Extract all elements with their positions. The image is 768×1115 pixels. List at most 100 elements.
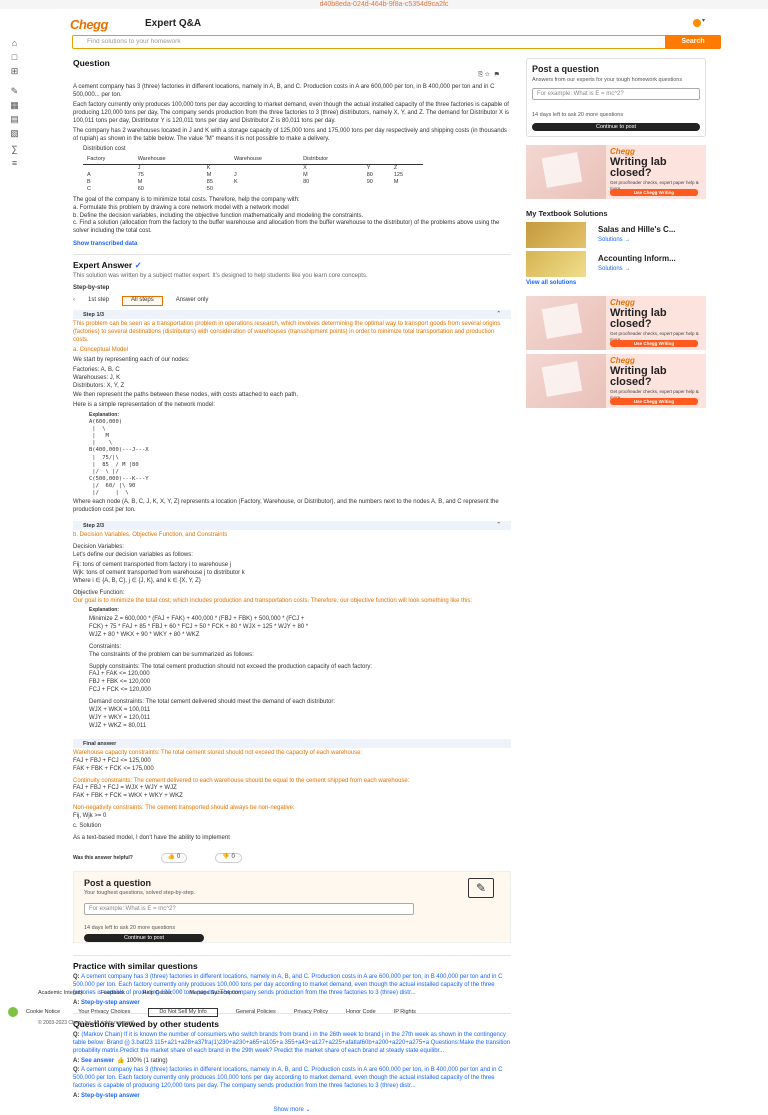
flag-icon[interactable]: ⚑: [495, 72, 499, 78]
avatar[interactable]: [693, 19, 701, 27]
question-actions[interactable]: ⎘ ☆ ⚑: [478, 72, 499, 80]
viewed-answer-2[interactable]: A: Step-by-step answer: [73, 1093, 511, 1101]
thumbs-down-button[interactable]: 👎 0: [215, 852, 242, 863]
bookmark-icon[interactable]: ⎘ ☆: [478, 72, 489, 78]
tab-answer-only[interactable]: Answer only: [167, 296, 218, 306]
q-label: Q:: [73, 974, 80, 981]
answer-rating: 100% (1 rating): [126, 1057, 168, 1064]
continue-to-post-button[interactable]: Continue to post: [532, 123, 700, 132]
step1-text-d: Where each node (A, B, C, J, K, X, Y, Z)…: [73, 499, 499, 514]
step1-text-c: Here is a simple representation of the n…: [73, 402, 216, 409]
ad-image: [526, 145, 606, 200]
chevron-left-icon[interactable]: ‹: [73, 297, 75, 305]
table-row: B M 85 K 80 90 M: [83, 179, 423, 186]
notebook-icon[interactable]: ▤: [8, 114, 21, 125]
view-all-solutions-link[interactable]: View all solutions: [526, 280, 706, 288]
step-1-header[interactable]: Step 1/3 ⌃: [73, 310, 511, 320]
viewed-answer-1[interactable]: A: See answer 👍 100% (1 rating): [73, 1058, 511, 1066]
search-bar[interactable]: Find solutions to your homework Search: [72, 35, 721, 49]
footer-link[interactable]: Help Center: [142, 990, 171, 997]
chegg-writing-ad[interactable]: Chegg Writing lab closed? Get proofreade…: [526, 145, 706, 200]
answer-note: This solution was written by a subject m…: [73, 273, 368, 280]
book-cover: [526, 251, 586, 278]
footer-link[interactable]: Feedback: [101, 990, 125, 997]
search-button[interactable]: Search: [665, 35, 721, 49]
chevron-down-icon: ▾: [702, 18, 706, 24]
table-subheader: [230, 164, 299, 172]
network-diagram: A(600,000) | \ | M | \ B(400,000)---J---…: [89, 418, 149, 497]
ad-cta-button[interactable]: Use Chegg Writing: [610, 189, 698, 197]
home-icon[interactable]: ⌂: [8, 38, 21, 49]
footer-link[interactable]: Manage Subscription: [189, 990, 241, 997]
footer-link[interactable]: Honor Code: [346, 1009, 376, 1016]
table-subheader-row: J K X Y Z: [83, 164, 423, 172]
questions-icon[interactable]: ▦: [8, 100, 21, 111]
textbook-heading: My Textbook Solutions: [526, 209, 608, 219]
flashcards-icon[interactable]: ⊞: [8, 66, 21, 77]
viewed-question-2[interactable]: Q: A cement company has 3 (three) factor…: [73, 1067, 511, 1091]
viewed-question-1[interactable]: Q: (Markov Chain) If it is known the num…: [73, 1032, 511, 1056]
see-answer-link[interactable]: See answer: [81, 1058, 114, 1064]
step-by-step-answer-link[interactable]: Step-by-step answer: [81, 1093, 140, 1099]
viewed-question-1-text[interactable]: (Markov Chain) If it is known the number…: [73, 1032, 510, 1054]
solutions-link[interactable]: Solutions →: [598, 237, 630, 245]
question-quota: 14 days left to ask 20 more questions: [532, 112, 624, 119]
step2-dv-title: Decision Variables:: [73, 544, 124, 551]
question-quota: 14 days left to ask 20 more questions: [84, 924, 176, 931]
footer-link[interactable]: Do Not Sell My Info: [148, 1007, 218, 1017]
post-question-input[interactable]: For example: What is E = mc^2?: [532, 88, 700, 101]
footer-link[interactable]: IP Rights: [394, 1009, 416, 1016]
textbook-item[interactable]: Salas and Hille's C... Solutions →: [526, 222, 706, 249]
show-transcribed-link[interactable]: Show transcribed data: [73, 241, 511, 249]
final-nn: Non-negativity constraints: The cement t…: [73, 805, 295, 812]
show-more-button[interactable]: Show more ⌄: [73, 1107, 511, 1115]
table-header: [202, 156, 230, 165]
table-cell: M: [137, 179, 143, 186]
search-input[interactable]: Find solutions to your homework: [87, 38, 181, 47]
continue-to-post-button[interactable]: Continue to post: [84, 934, 204, 943]
viewed-question-2-text[interactable]: A cement company has 3 (three) factories…: [73, 1067, 503, 1089]
chegg-writing-ad[interactable]: Chegg Writing lab closed? Get proofreade…: [526, 354, 706, 409]
demand-constraints: Demand constraints: The total cement del…: [89, 699, 336, 706]
list-icon[interactable]: ≡: [8, 158, 21, 169]
table-caption: Distribution cost: [83, 145, 126, 152]
right-sidebar: Post a question Answers from our experts…: [526, 58, 706, 409]
chegg-writing-ad[interactable]: Chegg Writing lab closed? Get proofreade…: [526, 296, 706, 351]
clipboard-icon[interactable]: ▧: [8, 128, 21, 139]
top-header: Chegg Expert Q&A ▾: [70, 14, 705, 32]
ad-image: [526, 296, 606, 351]
footer-link[interactable]: Academic Integrity: [38, 990, 83, 997]
table-cell: 60: [137, 186, 144, 193]
thumbs-up-button[interactable]: 👍 0: [160, 852, 188, 863]
final-cont: Continuity constraints: The cement deliv…: [73, 777, 410, 784]
study-icon[interactable]: □: [8, 52, 21, 63]
post-question-title: Post a question: [84, 877, 152, 888]
textbook-item[interactable]: Accounting Inform... Solutions →: [526, 251, 706, 278]
tab-1st-step[interactable]: 1st step: [79, 296, 118, 306]
math-solver-icon[interactable]: ∑: [8, 144, 21, 155]
post-question-input[interactable]: For example: What is E = mc^2?: [84, 902, 414, 915]
chegg-logo[interactable]: Chegg: [70, 16, 108, 33]
table-cell: 80: [303, 179, 310, 186]
ad-cta-button[interactable]: Use Chegg Writing: [610, 398, 698, 406]
ad-headline-2: closed?: [610, 318, 652, 331]
footer-link[interactable]: Your Privacy Choices: [78, 1009, 130, 1016]
ad-cta-button[interactable]: Use Chegg Writing: [610, 340, 698, 348]
step-2-header[interactable]: Step 2/3 ⌃: [73, 521, 511, 531]
chevron-up-icon[interactable]: ⌃: [496, 522, 501, 529]
chevron-up-icon[interactable]: ⌃: [496, 311, 501, 318]
post-question-card: Post a question Answers from our experts…: [526, 58, 706, 138]
solutions-link[interactable]: Solutions →: [598, 266, 630, 274]
compose-illustration-icon: ✎: [468, 877, 494, 898]
footer-links-secondary: Cookie Notice Your Privacy Choices Do No…: [8, 1007, 738, 1018]
footer-link[interactable]: General Policies: [236, 1009, 276, 1016]
textbook-name[interactable]: Accounting Inform...: [598, 254, 676, 265]
question-text-4: The goal of the company is to minimize t…: [73, 196, 300, 203]
textbook-name[interactable]: Salas and Hille's C...: [598, 225, 676, 236]
expert-qa-icon[interactable]: ✎: [8, 86, 21, 97]
step1-nodes: Factories: A, B, C Warehouses: J, K Dist…: [73, 366, 125, 389]
footer-link[interactable]: Cookie Notice: [26, 1009, 60, 1016]
footer-link[interactable]: Privacy Policy: [294, 1009, 328, 1016]
tab-all-steps[interactable]: All steps: [122, 296, 163, 307]
account-menu[interactable]: ▾: [693, 18, 706, 27]
